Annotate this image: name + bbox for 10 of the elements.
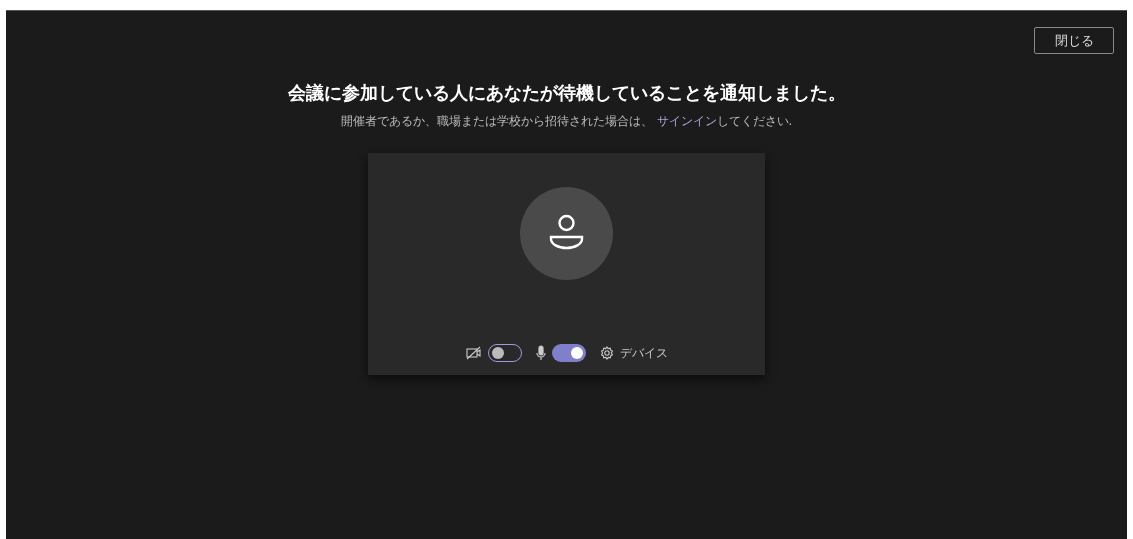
close-button[interactable]: 閉じる	[1034, 27, 1114, 54]
notice-title: 会議に参加している人にあなたが待機していることを通知しました。	[287, 81, 846, 105]
sign-in-link[interactable]: サインイン	[656, 114, 717, 128]
microphone-icon	[535, 345, 546, 361]
camera-off-icon	[465, 346, 482, 360]
settings-icon	[599, 346, 614, 360]
devices-label[interactable]: デバイス	[619, 344, 668, 362]
sign-in-hint: 開催者であるか、職場または学校から招待された場合は、 サインイン してください.	[340, 113, 793, 130]
avatar-icon	[520, 187, 613, 280]
toggle-switch[interactable]	[551, 344, 586, 362]
